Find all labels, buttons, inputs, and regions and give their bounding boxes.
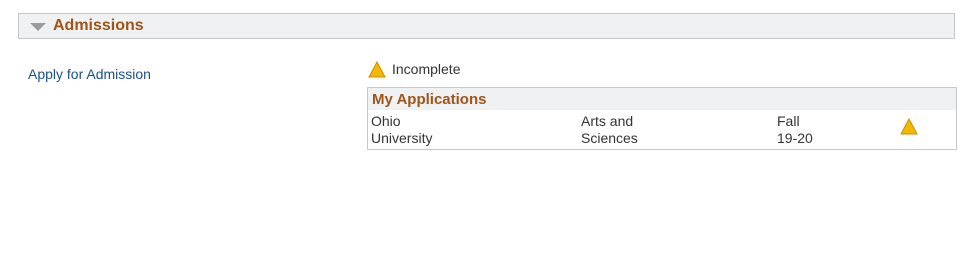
term-cell: Fall 19-20 [777, 113, 813, 146]
warning-icon [900, 117, 918, 140]
triangle-down-icon[interactable] [29, 20, 47, 32]
status-line: Incomplete [368, 59, 460, 79]
application-row[interactable]: Ohio University Arts and Sciences Fall 1… [368, 110, 956, 149]
apply-for-admission-link[interactable]: Apply for Admission [28, 66, 151, 82]
my-applications-title: My Applications [372, 90, 487, 108]
my-applications-header: My Applications [368, 88, 956, 110]
my-applications-panel: My Applications Ohio University Arts and… [367, 87, 957, 150]
page: Admissions Apply for Admission Incomplet… [0, 0, 976, 259]
institution-cell: Ohio University [371, 113, 433, 146]
status-text: Incomplete [392, 61, 461, 77]
section-title: Admissions [53, 17, 144, 34]
program-cell: Arts and Sciences [581, 113, 638, 146]
admissions-section-header[interactable]: Admissions [18, 13, 955, 39]
warning-icon [368, 60, 386, 78]
